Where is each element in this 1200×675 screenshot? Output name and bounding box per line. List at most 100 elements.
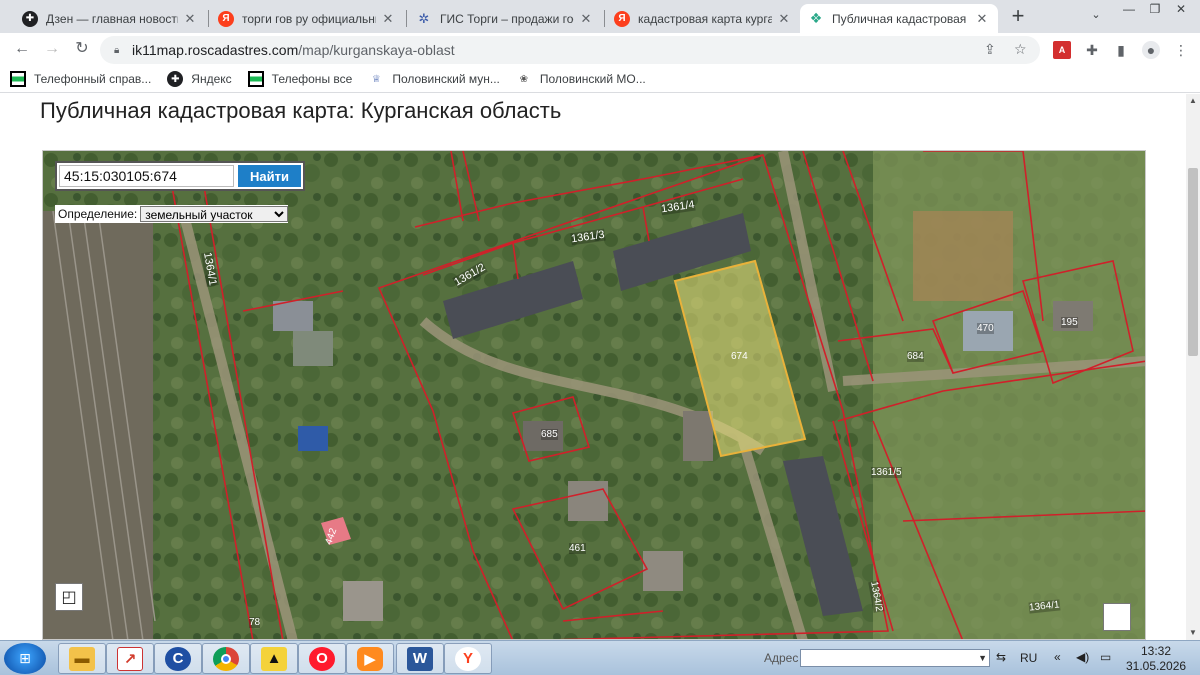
volume-icon[interactable]: ◀) [1076,650,1089,664]
tab-gis-torgi[interactable]: ✲ ГИС Торги – продажи госу ✕ [408,4,602,33]
browser-toolbar: ← → ↻ 🔒︎ ik11map.roscadastres.com/map/ku… [0,33,1200,66]
taskbar-address-label: Адрес [764,651,799,665]
go-arrow-icon[interactable]: ⇆ [996,650,1006,664]
taskbar-chrome[interactable] [202,643,250,674]
restore-icon[interactable]: ❐ [1142,0,1168,20]
definition-select[interactable]: земельный участок [140,206,289,222]
fullscreen-button[interactable] [1103,603,1131,631]
page-content: Публичная кадастровая карта: Курганская … [0,94,1200,640]
ccleaner-icon: C [165,646,191,671]
close-icon[interactable]: ✕ [182,11,198,27]
tab-torgi-search[interactable]: Я торги гов ру официальный ✕ [210,4,404,33]
taskbar-opera[interactable]: O [298,643,346,674]
page-scrollbar[interactable]: ▲ ▼ [1186,94,1200,640]
cadastre-number-input[interactable] [59,165,234,187]
chrome-icon [213,646,239,671]
satellite-map-layer [43,151,1145,639]
taskbar-word[interactable]: W [396,643,444,674]
side-panel-icon[interactable]: ▮ [1112,41,1130,59]
bookmarks-bar: Телефонный справ... ✚ Яндекс Телефоны вс… [0,66,1200,93]
tab-title: ГИС Торги – продажи госу [440,11,574,26]
tab-title: Публичная кадастровая ка [832,11,970,26]
url-text: ik11map.roscadastres.com/map/kurganskaya… [132,42,455,58]
language-indicator[interactable]: RU [1020,651,1037,665]
tab-cadastre-search[interactable]: Я кадастровая карта курганс ✕ [606,4,800,33]
taskbar-ccleaner[interactable]: C [154,643,202,674]
media-player-icon: ▶ [357,646,383,671]
tab-separator [604,10,605,27]
tray-expand-icon[interactable]: « [1054,650,1061,664]
new-tab-button[interactable]: + [1004,4,1032,30]
url-host: ik11map.roscadastres.com [132,42,299,58]
close-icon[interactable]: ✕ [776,11,792,27]
parcel-label: 195 [1061,317,1078,328]
close-icon[interactable]: ✕ [380,11,396,27]
tab-title: Дзен — главная новостная [46,11,178,26]
taskbar-chart-app[interactable]: ↗ [106,643,154,674]
layers-icon[interactable]: ◰ [55,583,83,611]
window-close-icon[interactable]: ✕ [1168,0,1194,20]
battery-icon[interactable]: ▭ [1100,650,1111,664]
cadastre-icon: ❖ [809,10,823,26]
share-icon[interactable]: ⇪ [984,41,996,58]
bookmark-polovinsky-mun[interactable]: ♕ Половинский мун... [368,71,500,87]
close-icon[interactable]: ✕ [974,11,990,27]
pdf-extension-icon[interactable]: A [1053,41,1071,59]
taskbar-clock[interactable]: 13:32 31.05.2026 [1126,644,1186,674]
dzen-icon: ✚ [167,71,184,87]
forward-icon[interactable]: → [40,38,64,62]
definition-row: Определение: земельный участок [55,205,289,223]
taskbar-bat-app[interactable]: ▲ [250,643,298,674]
scroll-up-icon[interactable]: ▲ [1186,94,1200,108]
windows-taskbar: ⊞ ▬ ↗ C ▲ O ▶ W Y Адрес ▼ ⇆ RU « ◀) ▭ 13… [0,640,1200,675]
reload-icon[interactable]: ↻ [70,38,94,62]
scrollbar-thumb[interactable] [1188,168,1198,356]
parcel-label: 470 [977,323,994,334]
tab-separator [208,10,209,27]
taskbar-media-player[interactable]: ▶ [346,643,394,674]
profile-avatar-icon[interactable]: ● [1142,41,1160,59]
eagle-icon: ♕ [371,73,381,85]
menu-kebab-icon[interactable]: ⋮ [1172,41,1190,59]
taskbar-explorer[interactable]: ▬ [58,643,106,674]
gis-icon: ✲ [418,10,430,26]
tab-dzen[interactable]: ✚ Дзен — главная новостная ✕ [14,4,206,33]
windows-start-icon[interactable]: ⊞ [4,643,46,674]
bookmark-polovinsky-mo[interactable]: ❀ Половинский МО... [516,71,646,87]
extensions-puzzle-icon[interactable]: ✚ [1083,41,1101,59]
scroll-down-icon[interactable]: ▼ [1186,626,1200,640]
bookmark-label: Телефонный справ... [34,72,152,86]
paw-icon: ❀ [519,73,529,85]
minimize-icon[interactable]: — [1116,0,1142,20]
yandex-browser-icon: Y [455,646,481,671]
chevron-down-icon[interactable]: ▼ [978,650,987,666]
tab-public-cadastre-map[interactable]: ❖ Публичная кадастровая ка ✕ [800,4,998,33]
bookmark-phones-all[interactable]: Телефоны все [247,71,352,87]
parcel-label-selected: 674 [731,351,748,362]
cadastre-map[interactable]: 1361/4 1361/3 1361/2 1364/1 674 470 195 … [42,150,1146,640]
bookmark-label: Яндекс [191,72,232,86]
yandex-icon: Я [614,10,630,27]
cadastre-search-box: Найти [55,161,305,191]
bat-icon: ▲ [261,646,287,671]
bookmark-phone-directory[interactable]: Телефонный справ... [10,71,151,87]
tab-separator [406,10,407,27]
parcel-label: 684 [907,351,924,362]
address-bar[interactable]: 🔒︎ ik11map.roscadastres.com/map/kurgansk… [100,36,1040,64]
definition-label: Определение: [58,207,138,221]
tab-search-icon[interactable]: ⌄ [1086,8,1106,28]
green-flag-icon [247,71,264,87]
bookmark-yandex[interactable]: ✚ Яндекс [167,71,232,87]
taskbar-address-input[interactable]: ▼ [800,649,990,667]
close-icon[interactable]: ✕ [578,11,594,27]
yandex-icon: Я [218,10,234,27]
url-path: /map/kurganskaya-oblast [298,42,455,58]
bookmark-star-icon[interactable]: ☆ [1014,41,1027,58]
page-title: Публичная кадастровая карта: Курганская … [40,98,562,123]
clock-time: 13:32 [1140,644,1172,658]
find-button[interactable]: Найти [238,165,301,187]
back-icon[interactable]: ← [10,38,34,62]
chart-app-icon: ↗ [117,646,143,671]
taskbar-yandex-browser[interactable]: Y [444,643,492,674]
parcel-label: 685 [541,429,558,440]
